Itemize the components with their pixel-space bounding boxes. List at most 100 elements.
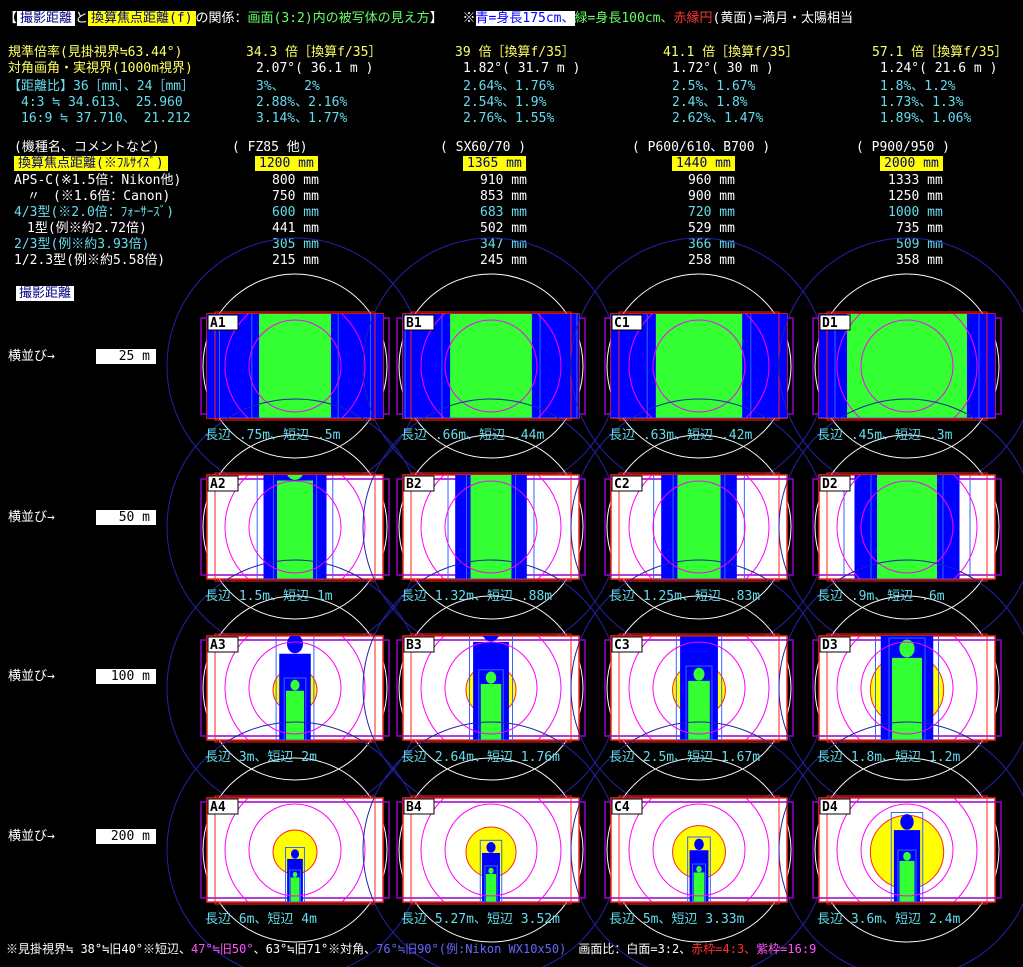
- frame-32: [402, 474, 580, 580]
- row1-label: 横並び→: [8, 349, 55, 364]
- row3-label-text: 横並び→: [8, 669, 55, 684]
- title-bar: 【撮影距離と換算焦点距離(f) の関係：画面(3:2)内の被写体の見え方】 ※青=…: [4, 11, 853, 26]
- label-ratio-43: 4:3 ≒ 34.613、 25.960: [8, 95, 183, 110]
- view-ring-outer: [166, 237, 424, 495]
- frame-43: [618, 472, 780, 582]
- view-ring-magenta-2: [628, 475, 770, 579]
- label-ratio-32: 【距離比】36［mm］、24［mm］: [8, 79, 195, 94]
- row1-label-text: 横並び→: [8, 349, 55, 364]
- frame-43: [618, 311, 780, 421]
- caption-D3: 長辺 1.8m、短辺 1.2m: [817, 750, 961, 765]
- panel-id: D4: [822, 800, 838, 815]
- row2-distance-value: 50 m: [96, 510, 156, 525]
- col3-apsc-n: 960 mm: [688, 173, 735, 188]
- panel-content: [420, 798, 562, 902]
- person-100-body: [892, 657, 922, 740]
- panel-id: C1: [614, 316, 630, 331]
- label-23: 2/3型(例※約3.93倍): [14, 237, 150, 252]
- frame-169: [604, 478, 794, 576]
- col1-apsc-n: 800 mm: [272, 173, 319, 188]
- frame-169: [200, 801, 390, 899]
- col1-apsc-c: 750 mm: [272, 189, 319, 204]
- col3-123: 258 mm: [688, 253, 735, 268]
- frame-43: [214, 633, 376, 743]
- frame-32: [402, 797, 580, 903]
- person-175-head: [473, 339, 510, 382]
- panel-id: B1: [406, 316, 422, 331]
- frame-32: [402, 635, 580, 741]
- panel-id: A1: [210, 316, 226, 331]
- person-175-head: [900, 814, 914, 830]
- col2-apsc-n: 910 mm: [480, 173, 527, 188]
- view-ring-magenta: [444, 319, 538, 413]
- moon-disc: [273, 830, 317, 874]
- col4-mag: 57.1 倍［換算f/35］: [872, 45, 1008, 60]
- panel-id: B3: [406, 638, 422, 653]
- col4-r43: 1.73%、1.3%: [880, 95, 964, 110]
- panel-id-bg: [207, 314, 239, 331]
- person-100-box: [283, 677, 307, 740]
- caption-A3: 長辺 3m、短辺 2m: [205, 750, 317, 765]
- view-ring-magenta: [652, 641, 746, 735]
- person-175-body: [279, 653, 311, 740]
- moon-edge: [672, 502, 726, 556]
- label-123: 1/2.3型(例※約5.58倍): [14, 253, 166, 268]
- person-100-head: [696, 865, 702, 873]
- frame-169: [200, 478, 390, 576]
- person-100-box: [484, 865, 498, 902]
- view-ring-magenta: [248, 803, 342, 897]
- panel-id-bg: [403, 314, 435, 331]
- person-175-head: [689, 613, 708, 635]
- moon-disc: [870, 653, 944, 727]
- moon-disc: [672, 502, 726, 556]
- person-100-box: [870, 475, 944, 579]
- person-100-body: [677, 475, 721, 579]
- person-100-body: [693, 872, 705, 902]
- panel-id-bg: [611, 636, 643, 653]
- label-fov: 対角画角・実視界(1000m視界): [8, 61, 193, 76]
- footer-d: 76°≒旧90°(例:Nikon WX10x50): [376, 942, 567, 956]
- view-ring-outer: [362, 237, 620, 495]
- label-ratio-169: 16:9 ≒ 37.710、 21.212: [8, 111, 191, 126]
- moon-disc: [852, 314, 962, 418]
- frame-169: [812, 639, 1002, 737]
- frame-43: [826, 311, 988, 421]
- person-175-body: [455, 475, 527, 579]
- col3-23: 366 mm: [688, 237, 735, 252]
- person-100-box: [672, 475, 726, 579]
- caption-C1: 長辺 .63m、短辺 .42m: [609, 428, 753, 443]
- panel-id-bg: [403, 475, 435, 492]
- moon-disc: [465, 826, 517, 878]
- col4-r169: 1.89%、1.06%: [880, 111, 972, 126]
- view-ring-magenta-2: [224, 314, 366, 418]
- frame-169: [396, 478, 586, 576]
- panel-id-bg: [207, 798, 239, 815]
- frame-43: [214, 795, 376, 905]
- view-ring-magenta-2: [420, 798, 562, 902]
- panel-id: D3: [822, 638, 838, 653]
- row4-label: 横並び→: [8, 829, 55, 844]
- frame-169: [812, 801, 1002, 899]
- person-175-head: [486, 842, 496, 853]
- col4-1inch: 735 mm: [896, 221, 943, 236]
- panel-id: C3: [614, 638, 630, 653]
- panel-id-bg: [207, 475, 239, 492]
- caption-B2: 長辺 1.32m、短辺 .88m: [401, 589, 553, 604]
- person-175-box: [447, 475, 535, 579]
- frame-169: [604, 801, 794, 899]
- frame-43: [410, 472, 572, 582]
- col2-model: ( SX60/70 ): [440, 140, 527, 155]
- label-f-full: 換算焦点距離(※ﾌﾙｻｲｽﾞ): [14, 156, 168, 171]
- label-apsc-canon: 〃 (※1.6倍：Canon): [14, 189, 171, 204]
- view-ring-magenta: [652, 803, 746, 897]
- row4-distance-value: 200 m: [96, 829, 156, 844]
- view-ring-magenta: [248, 319, 342, 413]
- person-175-body: [880, 636, 934, 740]
- title-rel: の関係：: [195, 11, 248, 26]
- row2-label: 横並び→: [8, 510, 55, 525]
- frame-169: [812, 478, 1002, 576]
- view-ring-magenta-2: [420, 636, 562, 740]
- caption-C2: 長辺 1.25m、短辺 .83m: [609, 589, 761, 604]
- col2-f-full: 1365 mm: [463, 156, 526, 171]
- row4-label-text: 横並び→: [8, 829, 55, 844]
